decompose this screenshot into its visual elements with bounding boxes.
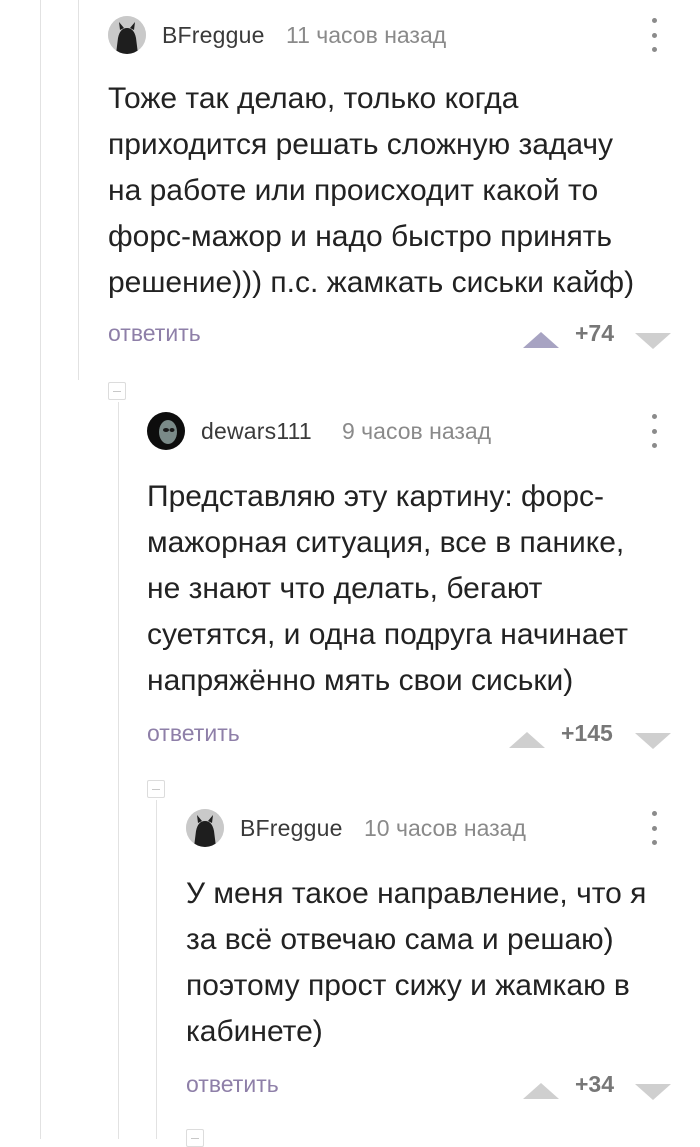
comment: BFreggue 11 часов назад Тоже так делаю, …	[108, 14, 700, 356]
avatar[interactable]	[108, 16, 146, 54]
username[interactable]: dewars111	[201, 418, 312, 445]
comment-score: +34	[575, 1071, 615, 1097]
comment-score: +74	[575, 320, 615, 346]
more-options-icon[interactable]	[648, 414, 660, 448]
thread-line	[156, 800, 157, 1139]
downvote-icon[interactable]	[635, 733, 671, 749]
timestamp: 11 часов назад	[286, 22, 447, 48]
timestamp: 10 часов назад	[364, 815, 526, 841]
reply-link[interactable]: ответить	[147, 720, 240, 747]
thread-line	[118, 402, 119, 1139]
comment: dewars111 9 часов назад Представляю эту …	[147, 410, 700, 756]
avatar-image	[147, 412, 185, 450]
comment-footer: ответить +74	[108, 316, 700, 356]
collapse-thread-toggle[interactable]	[147, 780, 165, 798]
username[interactable]: BFreggue	[240, 815, 343, 842]
comment-footer: ответить +145	[147, 716, 700, 756]
avatar-image	[108, 16, 146, 54]
reply-link[interactable]: ответить	[108, 320, 201, 347]
upvote-icon[interactable]	[509, 732, 545, 748]
comment-text: У меня такое направление, что я за всё о…	[186, 877, 647, 1048]
comment: BFreggue 10 часов назад У меня такое нап…	[186, 807, 700, 1107]
upvote-icon[interactable]	[523, 332, 559, 348]
comment-header: BFreggue 11 часов назад	[108, 14, 700, 54]
avatar[interactable]	[186, 809, 224, 847]
collapse-thread-toggle[interactable]	[186, 1129, 204, 1147]
more-options-icon[interactable]	[648, 811, 660, 845]
thread-line	[40, 0, 41, 1139]
downvote-icon[interactable]	[635, 1084, 671, 1100]
comment-score: +145	[561, 720, 613, 746]
comment-header: dewars111 9 часов назад	[147, 410, 700, 450]
comment-text: Тоже так делаю, только когда приходится …	[108, 82, 635, 299]
downvote-icon[interactable]	[635, 333, 671, 349]
more-options-icon[interactable]	[648, 18, 660, 52]
username[interactable]: BFreggue	[162, 22, 265, 49]
timestamp: 9 часов назад	[342, 418, 492, 444]
comment-text: Представляю эту картину: форс- мажорная …	[147, 480, 628, 697]
comment-footer: ответить +34	[186, 1067, 700, 1107]
comment-header: BFreggue 10 часов назад	[186, 807, 700, 847]
reply-link[interactable]: ответить	[186, 1071, 279, 1098]
avatar[interactable]	[147, 412, 185, 450]
upvote-icon[interactable]	[523, 1083, 559, 1099]
avatar-image	[186, 809, 224, 847]
thread-line	[78, 0, 79, 380]
collapse-thread-toggle[interactable]	[108, 382, 126, 400]
